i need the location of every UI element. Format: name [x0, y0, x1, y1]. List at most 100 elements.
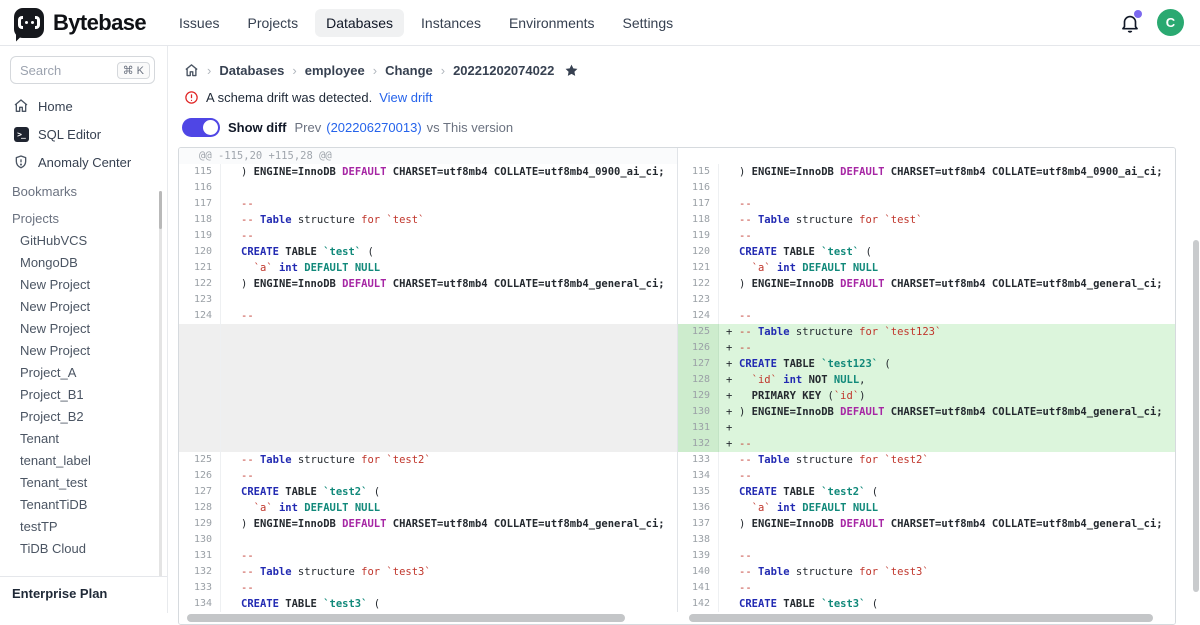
diff-code-line: -- — [221, 196, 677, 212]
diff-code-line — [719, 180, 1175, 196]
diff-line-number: 118 — [179, 212, 221, 228]
home-icon — [13, 98, 29, 114]
diff-line-number: 139 — [677, 548, 719, 564]
diff-code-line: +) ENGINE=InnoDB DEFAULT CHARSET=utf8mb4… — [719, 404, 1175, 420]
brand-name: Bytebase — [53, 10, 146, 36]
sidebar-project-item[interactable]: Project_B2 — [0, 406, 167, 428]
brand[interactable]: Bytebase — [0, 8, 146, 38]
diff-hscrollbar-left[interactable] — [187, 614, 625, 622]
diff-code-line: -- Table structure for `test2` — [221, 452, 677, 468]
sidebar-item-label: Anomaly Center — [38, 155, 131, 170]
sidebar-project-item[interactable]: New Project — [0, 274, 167, 296]
avatar[interactable]: C — [1157, 9, 1184, 36]
projects-section-label: Projects — [0, 206, 167, 230]
sidebar-project-item[interactable]: Project_A — [0, 362, 167, 384]
diff-line-number: 124 — [677, 308, 719, 324]
breadcrumb-item-database[interactable]: employee — [305, 63, 365, 78]
diff-line-number: 116 — [179, 180, 221, 196]
diff-code-line: + PRIMARY KEY (`id`) — [719, 388, 1175, 404]
diff-code-line — [221, 180, 677, 196]
nav-item-issues[interactable]: Issues — [168, 9, 230, 37]
terminal-icon: >_ — [13, 126, 29, 142]
diff-code-line: CREATE TABLE `test2` ( — [221, 484, 677, 500]
diff-line-number: 128 — [677, 372, 719, 388]
sidebar-project-item[interactable]: New Project — [0, 340, 167, 362]
diff-skip-gutter — [179, 436, 221, 452]
sidebar-item-home[interactable]: Home — [0, 92, 167, 120]
bookmarks-section-label: Bookmarks — [0, 179, 167, 203]
sidebar-project-item[interactable]: MongoDB — [0, 252, 167, 274]
diff-line-number: 127 — [179, 484, 221, 500]
diff-code-line: CREATE TABLE `test2` ( — [719, 484, 1175, 500]
diff-skip-line — [221, 420, 677, 436]
diff-hscrollbar-right[interactable] — [689, 614, 1153, 622]
vs-label: vs This version — [427, 120, 513, 135]
sidebar-item-sql-editor[interactable]: >_ SQL Editor — [0, 120, 167, 148]
diff-code-line: -- Table structure for `test` — [221, 212, 677, 228]
view-drift-link[interactable]: View drift — [379, 90, 432, 105]
sidebar-project-item[interactable]: New Project — [0, 296, 167, 318]
diff-line-number: 126 — [677, 340, 719, 356]
nav-item-instances[interactable]: Instances — [410, 9, 492, 37]
diff-code-line — [221, 532, 677, 548]
nav-item-databases[interactable]: Databases — [315, 9, 404, 37]
diff-code-line — [221, 292, 677, 308]
main-nav: IssuesProjectsDatabasesInstancesEnvironm… — [168, 9, 684, 37]
sidebar-project-item[interactable]: TiDB Cloud — [0, 538, 167, 560]
diff-line-number: 130 — [677, 404, 719, 420]
topbar: Bytebase IssuesProjectsDatabasesInstance… — [0, 0, 1200, 46]
sidebar-project-item[interactable]: Tenant_test — [0, 472, 167, 494]
diff-code-line: +-- — [719, 340, 1175, 356]
sidebar-project-item[interactable]: Tenant — [0, 428, 167, 450]
breadcrumb-item-version[interactable]: 20221202074022 — [453, 63, 554, 78]
diff-panel: @@ -115,20 +115,28 @@115) ENGINE=InnoDB … — [178, 147, 1176, 625]
diff-line-number: 115 — [179, 164, 221, 180]
diff-line-number: 122 — [179, 276, 221, 292]
breadcrumb-item-databases[interactable]: Databases — [219, 63, 284, 78]
sidebar-project-item[interactable]: Project_B1 — [0, 384, 167, 406]
breadcrumb-item-change[interactable]: Change — [385, 63, 433, 78]
nav-item-environments[interactable]: Environments — [498, 9, 606, 37]
sidebar-item-anomaly-center[interactable]: Anomaly Center — [0, 148, 167, 176]
diff-code-line: -- — [719, 468, 1175, 484]
diff-code-line: ) ENGINE=InnoDB DEFAULT CHARSET=utf8mb4 … — [221, 164, 677, 180]
diff-code-line: +CREATE TABLE `test123` ( — [719, 356, 1175, 372]
diff-skip-line — [221, 404, 677, 420]
diff-code-line: + `id` int NOT NULL, — [719, 372, 1175, 388]
show-diff-toggle[interactable] — [182, 118, 220, 137]
sidebar-scrollbar[interactable] — [159, 191, 162, 229]
diff-code-line: ) ENGINE=InnoDB DEFAULT CHARSET=utf8mb4 … — [221, 516, 677, 532]
page-vertical-scrollbar[interactable] — [1193, 240, 1199, 592]
nav-item-projects[interactable]: Projects — [237, 9, 310, 37]
diff-code-line: -- Table structure for `test2` — [719, 452, 1175, 468]
diff-code-line: `a` int DEFAULT NULL — [221, 500, 677, 516]
sidebar-project-item[interactable]: New Project — [0, 318, 167, 340]
diff-code-line: +-- Table structure for `test123` — [719, 324, 1175, 340]
diff-line-number: 115 — [677, 164, 719, 180]
sidebar-project-item[interactable]: tenant_label — [0, 450, 167, 472]
sidebar-project-item[interactable]: GitHubVCS — [0, 230, 167, 252]
diff-line-number: 117 — [677, 196, 719, 212]
sidebar-project-item[interactable]: TenantTiDB — [0, 494, 167, 516]
diff-skip-line — [221, 324, 677, 340]
breadcrumb-home-icon[interactable] — [184, 63, 199, 78]
prev-version-link[interactable]: (202206270013) — [326, 120, 421, 135]
diff-code-line: -- — [221, 580, 677, 596]
diff-code-line — [719, 292, 1175, 308]
search-input[interactable] — [11, 63, 117, 78]
diff-line-number: 125 — [179, 452, 221, 468]
diff-skip-line — [221, 388, 677, 404]
notifications-button[interactable] — [1119, 12, 1141, 34]
diff-line-number: 119 — [179, 228, 221, 244]
diff-code-line: `a` int DEFAULT NULL — [719, 500, 1175, 516]
diff-code-line — [719, 532, 1175, 548]
sidebar-project-item[interactable]: testTP — [0, 516, 167, 538]
diff-line-number: 138 — [677, 532, 719, 548]
diff-line-number: 123 — [677, 292, 719, 308]
diff-code-line: -- Table structure for `test3` — [221, 564, 677, 580]
diff-code-line: -- — [221, 308, 677, 324]
nav-item-settings[interactable]: Settings — [612, 9, 685, 37]
diff-line-number: 132 — [677, 436, 719, 452]
breadcrumb-separator: › — [207, 63, 211, 78]
star-icon[interactable] — [564, 63, 579, 78]
